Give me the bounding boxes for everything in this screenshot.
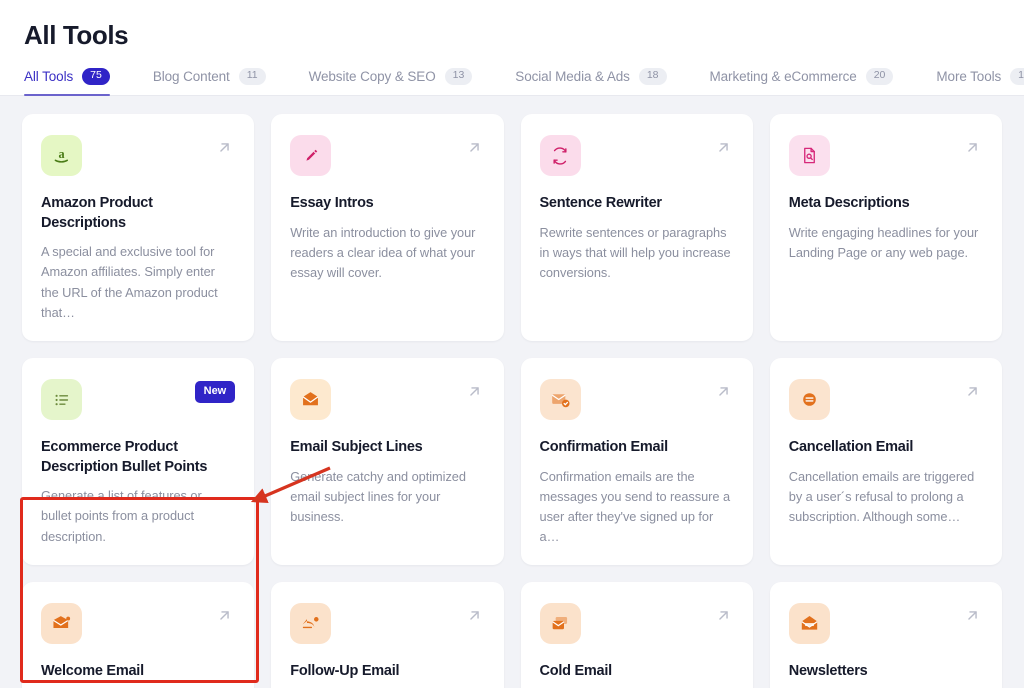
external-link-arrow-icon[interactable] [466, 383, 483, 405]
card-header: a [41, 135, 235, 176]
card-header [789, 379, 983, 420]
external-link-arrow-icon[interactable] [964, 139, 981, 161]
card-description: Generate a list of features or bullet po… [41, 486, 235, 547]
tools-grid: a Amazon Product Descriptions A special an… [0, 96, 1024, 688]
tab-more-tools[interactable]: More Tools 13 [936, 68, 1024, 95]
card-title: Meta Descriptions [789, 194, 983, 214]
new-badge: New [195, 381, 236, 403]
card-header: New [41, 379, 235, 420]
envelope-check-icon [540, 379, 581, 420]
tab-active-indicator [24, 94, 110, 97]
tab-count-badge: 75 [82, 68, 110, 85]
card-description: Cancellation emails are triggered by a u… [789, 467, 983, 528]
tab-all-tools[interactable]: All Tools 75 [24, 68, 110, 95]
card-header [540, 379, 734, 420]
tab-social-media-ads[interactable]: Social Media & Ads 18 [515, 68, 666, 95]
card-title: Essay Intros [290, 194, 484, 214]
rewrite-refresh-icon [540, 135, 581, 176]
external-link-arrow-icon[interactable] [715, 383, 732, 405]
card-title: Newsletters [789, 662, 983, 682]
card-title: Welcome Email [41, 662, 235, 682]
envelope-icon [290, 379, 331, 420]
external-link-arrow-icon[interactable] [715, 139, 732, 161]
tab-label: Social Media & Ads [515, 69, 630, 84]
tab-label: Marketing & eCommerce [710, 69, 857, 84]
envelope-welcome-icon [41, 603, 82, 644]
card-header [789, 603, 983, 644]
card-description: Write engaging headlines for your Landin… [789, 223, 983, 263]
tab-blog-content[interactable]: Blog Content 11 [153, 68, 266, 95]
card-description: Rewrite sentences or paragraphs in ways … [540, 223, 734, 284]
card-title: Cold Email [540, 662, 734, 682]
card-newsletters[interactable]: NewslettersWrite compelling, engaging an… [770, 582, 1002, 688]
card-title: Amazon Product Descriptions [41, 194, 235, 233]
card-description: Write an introduction to give your reade… [290, 223, 484, 284]
card-header [789, 135, 983, 176]
card-header [290, 135, 484, 176]
tab-label: Website Copy & SEO [309, 69, 436, 84]
svg-text:a: a [58, 147, 64, 161]
card-title: Confirmation Email [540, 438, 734, 458]
card-cold-email[interactable]: Cold EmailIntroduce your company by reac… [521, 582, 753, 688]
envelope-open-icon [789, 603, 830, 644]
card-title: Sentence Rewriter [540, 194, 734, 214]
amazon-icon: a [41, 135, 82, 176]
tab-label: More Tools [936, 69, 1001, 84]
external-link-arrow-icon[interactable] [466, 139, 483, 161]
card-description: Generate catchy and optimized email subj… [290, 467, 484, 528]
card-title: Email Subject Lines [290, 438, 484, 458]
pen-icon [290, 135, 331, 176]
external-link-arrow-icon[interactable] [466, 607, 483, 629]
tab-count-badge: 11 [239, 68, 266, 85]
card-header [290, 379, 484, 420]
card-description: A special and exclusive tool for Amazon … [41, 242, 235, 323]
external-link-arrow-icon[interactable] [964, 607, 981, 629]
tab-count-badge: 13 [1010, 68, 1024, 85]
card-title: Follow-Up Email [290, 662, 484, 682]
external-link-arrow-icon[interactable] [715, 607, 732, 629]
envelope-reply-icon [290, 603, 331, 644]
tab-website-copy-seo[interactable]: Website Copy & SEO 13 [309, 68, 473, 95]
card-description: Confirmation emails are the messages you… [540, 467, 734, 548]
category-tab-bar: All Tools 75 Blog Content 11 Website Copy & … [0, 51, 1024, 95]
card-amazon-product-descriptions[interactable]: a Amazon Product Descriptions A special an… [22, 114, 254, 341]
card-email-subject-lines[interactable]: Email Subject Lines Generate catchy and o… [271, 358, 503, 565]
card-essay-intros[interactable]: Essay Intros Write an introduction to giv… [271, 114, 503, 341]
envelope-stack-icon [540, 603, 581, 644]
card-header [41, 603, 235, 644]
envelope-cancel-icon [789, 379, 830, 420]
card-header [540, 603, 734, 644]
card-ecommerce-product-description-bullet-points[interactable]: New Ecommerce Product Description Bullet … [22, 358, 254, 565]
card-meta-descriptions[interactable]: Meta Descriptions Write engaging headline… [770, 114, 1002, 341]
card-header [290, 603, 484, 644]
tab-marketing-ecommerce[interactable]: Marketing & eCommerce 20 [710, 68, 894, 95]
card-welcome-email[interactable]: Welcome EmailGenerate the first email yo… [22, 582, 254, 688]
card-cancellation-email[interactable]: Cancellation Email Cancellation emails ar… [770, 358, 1002, 565]
card-header [540, 135, 734, 176]
card-title: Cancellation Email [789, 438, 983, 458]
bullet-list-icon [41, 379, 82, 420]
tab-count-badge: 13 [445, 68, 473, 85]
tab-label: All Tools [24, 69, 73, 84]
tab-count-badge: 20 [866, 68, 894, 85]
card-title: Ecommerce Product Description Bullet Poi… [41, 438, 235, 477]
card-sentence-rewriter[interactable]: Sentence Rewriter Rewrite sentences or pa… [521, 114, 753, 341]
external-link-arrow-icon[interactable] [216, 607, 233, 629]
page-header: All Tools All Tools 75 Blog Content 11 Websi… [0, 0, 1024, 96]
document-search-icon [789, 135, 830, 176]
card-confirmation-email[interactable]: Confirmation Email Confirmation emails ar… [521, 358, 753, 565]
external-link-arrow-icon[interactable] [964, 383, 981, 405]
external-link-arrow-icon[interactable] [216, 139, 233, 161]
tab-label: Blog Content [153, 69, 230, 84]
all-tools-page: All Tools All Tools 75 Blog Content 11 Websi… [0, 0, 1024, 688]
page-title: All Tools [0, 16, 1024, 51]
card-follow-up-email[interactable]: Follow-Up EmailWrite an email to engage … [271, 582, 503, 688]
tab-count-badge: 18 [639, 68, 667, 85]
